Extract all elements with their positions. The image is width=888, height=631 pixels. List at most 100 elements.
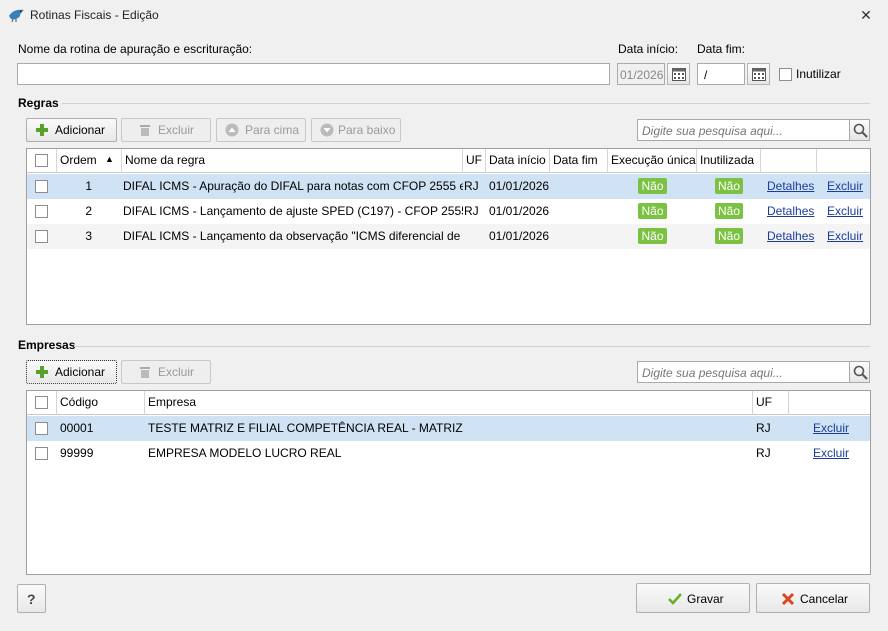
table-row[interactable]: 2 DIFAL ICMS - Lançamento de ajuste SPED… <box>27 199 870 224</box>
row-uf: RJ <box>756 446 771 460</box>
table-row[interactable]: 1 DIFAL ICMS - Apuração do DIFAL para no… <box>27 174 870 199</box>
row-data-fim <box>550 199 608 224</box>
col-data-inicio[interactable]: Data início <box>486 149 550 173</box>
select-all-cell <box>27 391 57 415</box>
select-all-checkbox[interactable] <box>35 396 48 409</box>
col-excluir <box>817 149 870 173</box>
row-checkbox[interactable] <box>35 205 48 218</box>
start-date-label: Data início: <box>618 42 679 56</box>
close-icon[interactable]: ✕ <box>858 7 874 23</box>
move-up-button[interactable]: Para cima <box>216 118 306 142</box>
delete-link[interactable]: Excluir <box>813 421 849 435</box>
sort-asc-icon: ▲ <box>105 154 114 164</box>
row-checkbox[interactable] <box>35 230 48 243</box>
execucao-unica-badge: Não <box>638 228 667 244</box>
row-nome-regra: DIFAL ICMS - Lançamento da observação "I… <box>123 229 461 243</box>
inutilizada-badge: Não <box>714 203 743 219</box>
details-link[interactable]: Detalhes <box>767 179 814 193</box>
select-all-checkbox[interactable] <box>35 154 48 167</box>
routine-name-label: Nome da rotina de apuração e escrituraçã… <box>18 42 253 56</box>
move-down-button[interactable]: Para baixo <box>311 118 401 142</box>
row-checkbox[interactable] <box>35 447 48 460</box>
calendar-icon <box>752 68 766 81</box>
arrow-down-icon <box>320 123 334 137</box>
regras-search-input[interactable] <box>637 119 850 141</box>
help-button[interactable]: ? <box>17 584 46 613</box>
delete-company-button[interactable]: Excluir <box>121 360 211 384</box>
add-rule-button[interactable]: Adicionar <box>26 118 117 142</box>
row-uf: RJ <box>464 204 479 218</box>
row-nome-regra: DIFAL ICMS - Apuração do DIFAL para nota… <box>123 179 463 193</box>
inutilizar-label: Inutilizar <box>796 67 841 81</box>
inutilizar-checkbox[interactable] <box>779 68 792 81</box>
row-checkbox[interactable] <box>35 422 48 435</box>
empresas-search-button[interactable] <box>849 361 870 383</box>
save-button[interactable]: Gravar <box>636 583 750 613</box>
regras-separator <box>62 103 870 104</box>
delete-rule-button[interactable]: Excluir <box>121 118 211 142</box>
col-empresa[interactable]: Empresa <box>145 391 753 415</box>
row-codigo: 00001 <box>60 421 94 435</box>
row-data-fim <box>550 224 608 249</box>
delete-link[interactable]: Excluir <box>827 204 863 218</box>
plus-icon <box>36 124 48 136</box>
col-nome-regra[interactable]: Nome da regra <box>122 149 463 173</box>
row-ordem: 3 <box>85 229 92 243</box>
start-date-calendar-button[interactable] <box>667 63 690 85</box>
row-empresa: TESTE MATRIZ E FILIAL COMPETÊNCIA REAL -… <box>148 421 463 435</box>
end-date-label: Data fim: <box>697 42 746 56</box>
cancel-button[interactable]: Cancelar <box>756 583 870 613</box>
empresas-separator <box>74 346 870 347</box>
empresas-grid-header: Código Empresa UF <box>27 391 870 415</box>
col-data-fim[interactable]: Data fim <box>550 149 608 173</box>
table-row[interactable]: 99999 EMPRESA MODELO LUCRO REAL RJ Exclu… <box>27 441 870 466</box>
col-uf[interactable]: UF <box>463 149 486 173</box>
details-link[interactable]: Detalhes <box>767 204 814 218</box>
delete-link[interactable]: Excluir <box>827 229 863 243</box>
col-codigo[interactable]: Código <box>57 391 145 415</box>
search-icon <box>853 123 868 138</box>
row-data-fim <box>550 174 608 199</box>
empresas-grid: Código Empresa UF 00001 TESTE MATRIZ E F… <box>26 390 871 575</box>
details-link[interactable]: Detalhes <box>767 229 814 243</box>
window-title: Rotinas Fiscais - Edição <box>30 8 159 22</box>
regras-grid: Ordem ▲ Nome da regra UF Data início Data… <box>26 148 871 325</box>
routine-name-input[interactable] <box>17 63 610 85</box>
row-nome-regra: DIFAL ICMS - Lançamento de ajuste SPED (… <box>123 204 463 218</box>
col-detalhes <box>761 149 817 173</box>
row-checkbox[interactable] <box>35 180 48 193</box>
row-ordem: 2 <box>85 204 92 218</box>
start-date-input[interactable]: 01/2026 <box>617 63 665 85</box>
regras-search-button[interactable] <box>849 119 870 141</box>
col-ordem[interactable]: Ordem ▲ <box>57 149 122 173</box>
inutilizada-badge: Não <box>714 178 743 194</box>
add-company-button[interactable]: Adicionar <box>26 360 117 384</box>
regras-section-title: Regras <box>18 96 59 110</box>
select-all-cell <box>27 149 57 173</box>
table-row[interactable]: 3 DIFAL ICMS - Lançamento da observação … <box>27 224 870 249</box>
table-row[interactable]: 00001 TESTE MATRIZ E FILIAL COMPETÊNCIA … <box>27 416 870 441</box>
calendar-icon <box>672 68 686 81</box>
execucao-unica-badge: Não <box>638 178 667 194</box>
empresas-search-field[interactable] <box>640 364 849 382</box>
execucao-unica-badge: Não <box>638 203 667 219</box>
row-uf <box>461 224 486 249</box>
row-data-inicio: 01/01/2026 <box>489 204 550 218</box>
row-ordem: 1 <box>85 179 92 193</box>
end-date-calendar-button[interactable] <box>747 63 770 85</box>
inutilizada-badge: Não <box>714 228 743 244</box>
help-icon: ? <box>27 591 36 607</box>
row-data-inicio: 01/01/2026 <box>489 179 550 193</box>
delete-link[interactable]: Excluir <box>827 179 863 193</box>
delete-link[interactable]: Excluir <box>813 446 849 460</box>
col-excluir <box>789 391 870 415</box>
regras-search-field[interactable] <box>640 122 849 140</box>
empresas-search-input[interactable] <box>637 361 850 383</box>
col-uf[interactable]: UF <box>753 391 789 415</box>
row-uf: RJ <box>464 179 479 193</box>
col-inutilizada[interactable]: Inutilizada <box>697 149 761 173</box>
search-icon <box>853 365 868 380</box>
row-uf: RJ <box>756 421 771 435</box>
end-date-input[interactable]: / <box>697 63 745 85</box>
col-execucao-unica[interactable]: Execução única <box>608 149 697 173</box>
